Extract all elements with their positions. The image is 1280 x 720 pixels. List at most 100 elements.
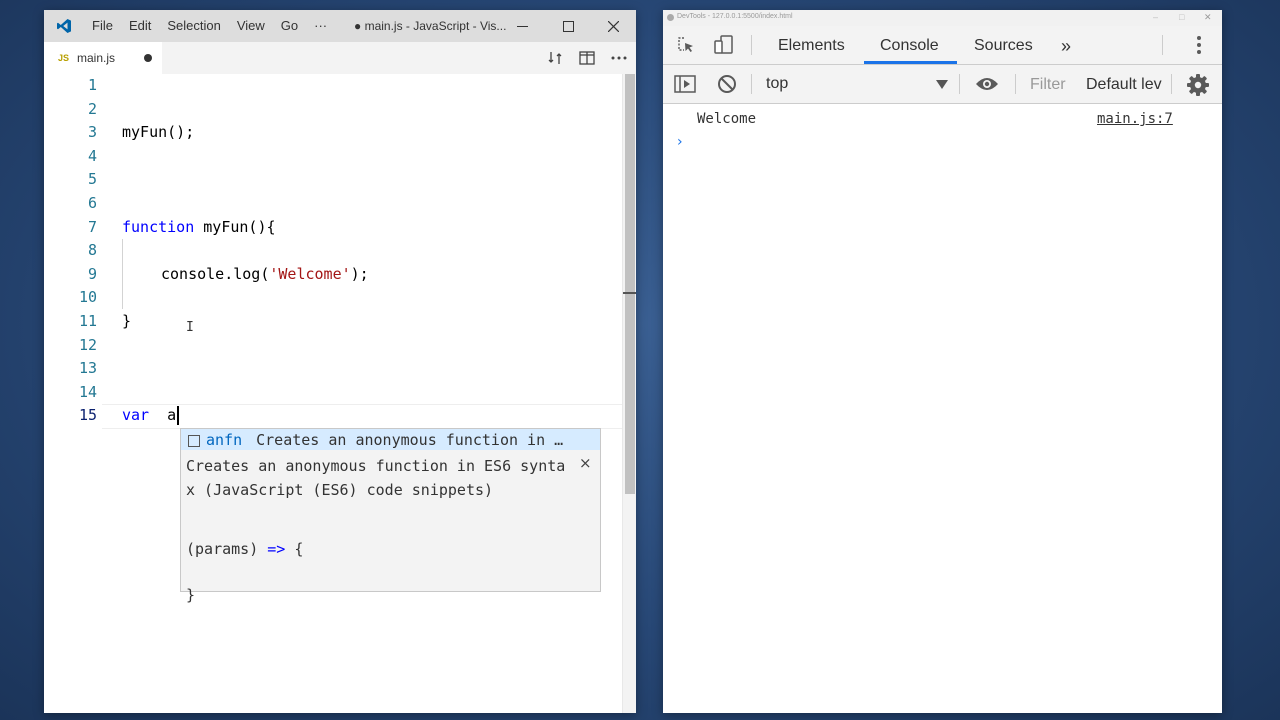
tab-elements[interactable]: Elements — [778, 26, 845, 64]
menu-view[interactable]: View — [229, 10, 273, 42]
code-line-3[interactable]: myFun(); — [122, 121, 194, 144]
more-tabs-icon[interactable]: » — [1061, 26, 1071, 64]
tab-label: main.js — [77, 51, 116, 65]
js-file-icon: JS — [58, 53, 70, 63]
line-number: 13 — [78, 359, 97, 378]
split-editor-icon[interactable] — [578, 50, 596, 66]
line-number: 5 — [87, 170, 97, 189]
console-toolbar: top Filter Default levels — [663, 65, 1222, 104]
toolbar-separator — [1015, 74, 1016, 94]
toolbar-separator — [751, 74, 752, 94]
more-actions-icon[interactable] — [610, 50, 628, 66]
devtools-menu-icon[interactable] — [1193, 34, 1205, 56]
snippet-arrow: => — [267, 540, 286, 558]
keyword-function: function — [122, 217, 195, 236]
live-expression-eye-icon[interactable] — [974, 73, 1000, 95]
text-caret — [177, 406, 180, 426]
close-icon[interactable]: ✕ — [1204, 12, 1212, 23]
unsaved-dot-icon[interactable] — [144, 54, 152, 62]
menu-file[interactable]: File — [84, 10, 121, 42]
devtools-titlebar: DevTools - 127.0.0.1:5500/index.html – □… — [663, 10, 1222, 26]
toolbar-separator — [959, 74, 960, 94]
console-settings-gear-icon[interactable] — [1186, 73, 1210, 97]
clear-console-icon[interactable] — [716, 73, 738, 95]
line-number: 7 — [87, 217, 97, 236]
open-changes-icon[interactable] — [546, 50, 564, 66]
line-number: 10 — [78, 288, 97, 307]
window-title: ● main.js - JavaScript - Vis... — [354, 19, 507, 33]
line-number: 14 — [78, 382, 97, 401]
device-toolbar-icon[interactable] — [713, 34, 735, 56]
vscode-window: File Edit Selection View Go ··· ● main.j… — [44, 10, 636, 713]
ibeam-cursor-icon: I — [186, 320, 194, 335]
line-number: 9 — [87, 264, 97, 283]
suggestion-doc: Creates an anonymous function in ES6 syn… — [186, 457, 566, 499]
inspect-element-icon[interactable] — [675, 34, 697, 56]
editor-tabbar: JS main.js — [44, 42, 636, 74]
code-line-15[interactable]: var a — [122, 404, 180, 427]
active-tab-indicator — [864, 61, 957, 64]
log-levels-dropdown[interactable]: Default levels — [1086, 65, 1162, 103]
menu-more[interactable]: ··· — [306, 10, 335, 42]
context-selector[interactable]: top — [766, 65, 788, 103]
maximize-icon[interactable] — [545, 10, 591, 42]
tab-sources[interactable]: Sources — [974, 26, 1033, 64]
snippet-brace: { — [285, 540, 304, 558]
indent-guide — [122, 239, 123, 309]
suggestion-label: anfn — [206, 431, 243, 449]
close-icon[interactable] — [590, 10, 636, 42]
line-number-active: 15 — [78, 406, 97, 425]
console-message-text: Welcome — [697, 111, 757, 127]
toolbar-separator — [751, 35, 752, 55]
scrollbar-thumb[interactable] — [625, 74, 635, 494]
string-literal: 'Welcome' — [269, 264, 351, 283]
function-declaration: myFun(){ — [194, 217, 276, 236]
console-call: console.log( — [161, 264, 270, 283]
code-line-9[interactable]: console.log('Welcome'); — [161, 263, 369, 286]
chrome-favicon-icon — [667, 14, 674, 21]
line-number: 11 — [78, 312, 97, 330]
code-line-7[interactable]: function myFun(){ — [122, 216, 276, 239]
minimize-icon[interactable] — [499, 10, 545, 42]
vscode-titlebar: File Edit Selection View Go ··· ● main.j… — [44, 10, 636, 42]
code-line-11[interactable]: } — [122, 310, 131, 333]
suggestion-description: Creates an anonymous function in … — [256, 431, 564, 449]
typed-text: a — [149, 406, 177, 425]
console-filter-input[interactable]: Filter — [1030, 65, 1066, 103]
minimize-icon[interactable]: – — [1153, 12, 1158, 22]
vscode-logo-icon — [44, 10, 84, 42]
editor-scrollbar[interactable] — [622, 74, 636, 713]
toolbar-separator — [1162, 35, 1163, 55]
line-number: 6 — [87, 194, 97, 212]
line-number: 1 — [87, 76, 97, 94]
tab-console[interactable]: Console — [880, 26, 939, 64]
close-details-icon[interactable]: × — [579, 454, 592, 472]
line-number: 4 — [87, 146, 97, 165]
tab-main-js[interactable]: JS main.js — [44, 42, 162, 74]
maximize-icon[interactable]: □ — [1179, 12, 1184, 22]
devtools-window: DevTools - 127.0.0.1:5500/index.html – □… — [663, 10, 1222, 713]
current-line-highlight — [102, 404, 622, 429]
snippet-close: } — [186, 586, 196, 604]
console-message-source-link[interactable]: main.js:7 — [1097, 106, 1173, 132]
call-close: ); — [350, 264, 369, 283]
dropdown-arrow-icon[interactable] — [936, 80, 948, 89]
menu-edit[interactable]: Edit — [121, 10, 159, 42]
menu-selection[interactable]: Selection — [159, 10, 228, 42]
console-message: Welcome main.js:7 — [663, 106, 1222, 132]
snippet-params: (params) — [186, 540, 268, 558]
line-number: 8 — [87, 241, 97, 260]
console-prompt-icon[interactable]: › — [677, 134, 683, 150]
keyword-var: var — [122, 406, 150, 425]
cursor-position-marker — [623, 292, 636, 294]
devtools-tabbar: Elements Console Sources » — [663, 26, 1222, 65]
snippet-preview: (params) => { } — [186, 538, 303, 607]
code-editor[interactable]: 1 2 3 myFun(); 4 5 6 7 function myFun(){ 8… — [44, 74, 636, 713]
toolbar-separator — [1171, 74, 1172, 94]
menu-go[interactable]: Go — [273, 10, 306, 42]
line-number: 12 — [78, 335, 97, 354]
devtools-title: DevTools - 127.0.0.1:5500/index.html — [677, 13, 793, 20]
suggestion-item-anfn[interactable]: anfn Creates an anonymous function in … — [180, 428, 601, 451]
line-number: 3 — [87, 123, 97, 142]
show-sidebar-icon[interactable] — [674, 73, 696, 95]
